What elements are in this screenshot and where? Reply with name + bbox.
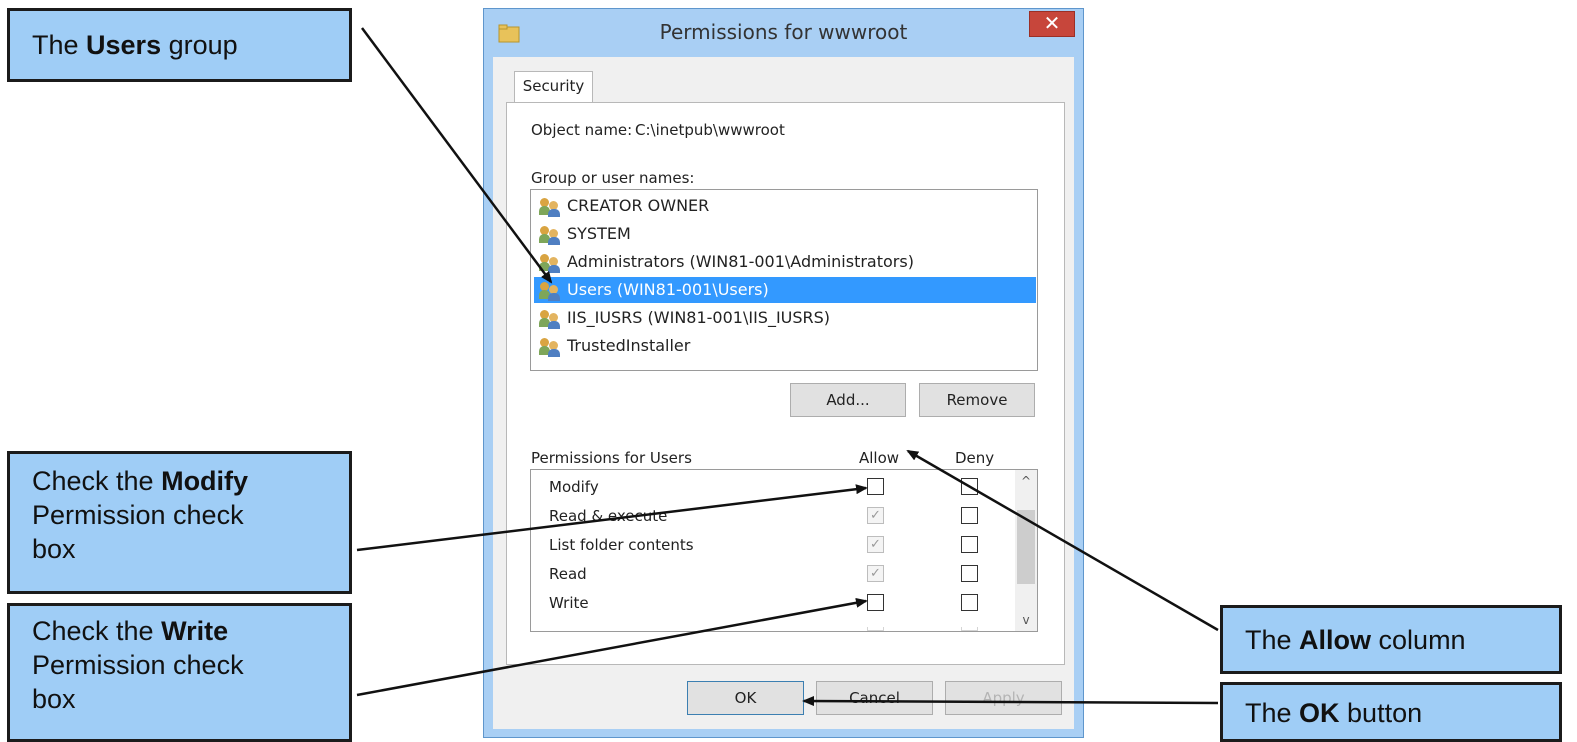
arrow-users-group [360,27,553,284]
arrow-allow-column [906,449,1219,632]
arrow-ok-button [802,696,1219,707]
arrow-write [356,597,868,697]
arrow-modify [356,484,868,552]
callout-arrows [356,27,1219,707]
